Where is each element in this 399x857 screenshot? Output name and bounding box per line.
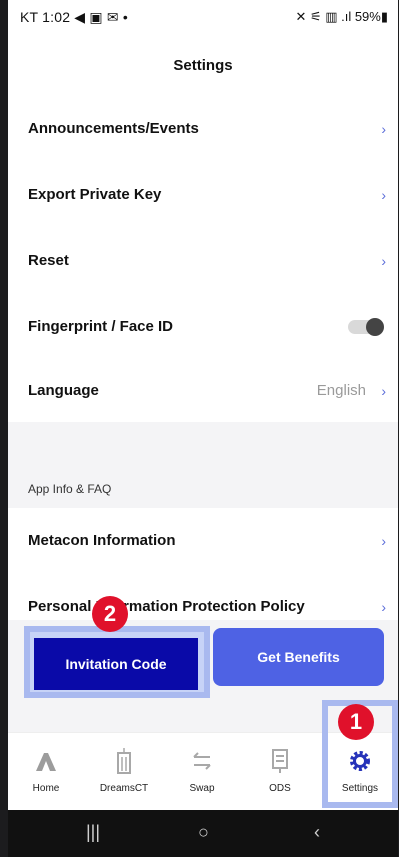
tab-ods[interactable]: ODS	[244, 733, 316, 811]
menu-item-label: Reset	[28, 252, 69, 269]
building-icon	[117, 748, 131, 774]
page-title: Settings	[173, 57, 233, 74]
menu-item-export-private-key[interactable]: Export Private Key ›	[8, 162, 398, 229]
section-label-app-info: App Info & FAQ	[28, 482, 112, 496]
menu-item-label: Language	[28, 382, 99, 399]
home-icon	[36, 753, 56, 771]
ods-icon	[272, 749, 288, 773]
fingerprint-toggle[interactable]	[348, 318, 384, 336]
status-right: ✕ ⚟ ▥ .ıl 59%▮	[295, 9, 388, 24]
menu-item-metacon-information[interactable]: Metacon Information ›	[8, 508, 398, 575]
tab-dreamsct[interactable]: DreamsCT	[88, 733, 160, 811]
tab-home[interactable]: Home	[10, 733, 82, 811]
toggle-knob	[366, 318, 384, 336]
menu-item-label: Fingerprint / Face ID	[28, 318, 174, 335]
language-value: English	[316, 382, 366, 399]
menu-item-reset[interactable]: Reset ›	[8, 228, 398, 295]
chevron-right-icon: ›	[381, 187, 386, 203]
invitation-code-button[interactable]: Invitation Code	[34, 638, 198, 690]
chevron-right-icon: ›	[381, 383, 386, 399]
menu-item-fingerprint: Fingerprint / Face ID	[8, 294, 398, 361]
chevron-right-icon: ›	[381, 253, 386, 269]
recents-icon[interactable]: |||	[86, 822, 100, 843]
status-left: KT 1:02 ◀ ▣ ✉ •	[20, 9, 128, 25]
phone-screen: KT 1:02 ◀ ▣ ✉ • ✕ ⚟ ▥ .ıl 59%▮ Settings …	[8, 0, 398, 857]
chevron-right-icon: ›	[381, 533, 386, 549]
menu-item-label: Export Private Key	[28, 186, 162, 203]
home-nav-icon[interactable]: ○	[198, 822, 209, 843]
menu-item-language[interactable]: Language English ›	[8, 358, 398, 425]
chevron-right-icon: ›	[381, 121, 386, 137]
get-benefits-button[interactable]: Get Benefits	[213, 628, 384, 686]
tab-swap[interactable]: Swap	[166, 733, 238, 811]
swap-icon	[193, 752, 211, 770]
step-badge-2: 2	[92, 596, 128, 632]
status-bar: KT 1:02 ◀ ▣ ✉ • ✕ ⚟ ▥ .ıl 59%▮	[8, 0, 398, 36]
menu-item-label: Announcements/Events	[28, 120, 199, 137]
tab-label: Swap	[189, 783, 215, 794]
menu-item-label: Metacon Information	[28, 532, 176, 549]
menu-item-announcements[interactable]: Announcements/Events ›	[8, 96, 398, 163]
tab-label: Home	[32, 783, 60, 794]
tab-label: DreamsCT	[99, 783, 149, 794]
step-badge-1: 1	[338, 704, 374, 740]
back-icon[interactable]: ‹	[314, 822, 320, 843]
tab-label: ODS	[269, 783, 291, 794]
system-nav-bar: ||| ○ ‹	[8, 810, 398, 857]
